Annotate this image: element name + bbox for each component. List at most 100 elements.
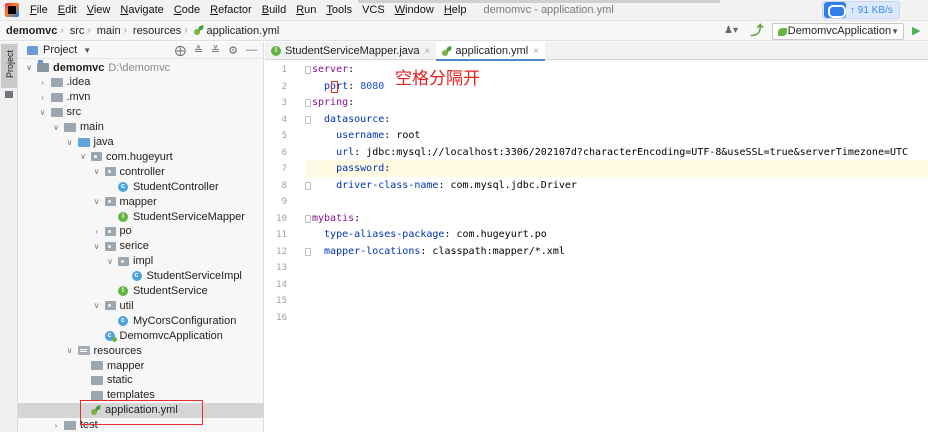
tree-item-java[interactable]: ∨ java [18, 135, 264, 150]
tree-item-studentcontroller[interactable]: c StudentController [18, 179, 264, 194]
menu-item-code[interactable]: Code [169, 4, 205, 16]
fold-marker-icon[interactable] [305, 66, 311, 74]
chevron-down-icon[interactable]: ∨ [51, 123, 61, 132]
fold-marker-icon[interactable] [305, 115, 311, 124]
fold-marker-icon[interactable] [305, 247, 311, 256]
menu-item-vcs[interactable]: VCS [357, 4, 390, 16]
menu-label-rest: dit [65, 4, 77, 16]
tree-item--mvn[interactable]: › .mvn [18, 90, 264, 105]
tree-item-controller[interactable]: ∨ controller [18, 164, 264, 179]
chevron-down-icon[interactable]: ∨ [65, 138, 75, 147]
editor-tab-studentservicemapper-java[interactable]: I StudentServiceMapper.java × [265, 42, 436, 60]
run-configuration-select[interactable]: DemomvcApplication ▼ [772, 22, 904, 40]
tree-item-application-yml[interactable]: application.yml [18, 402, 264, 418]
menu-item-help[interactable]: Help [439, 4, 472, 16]
menu-item-view[interactable]: View [82, 4, 116, 16]
structure-icon[interactable] [5, 91, 13, 98]
breadcrumb-item[interactable]: src [64, 25, 88, 37]
editor-tab-application-yml[interactable]: application.yml × [436, 42, 545, 61]
run-play-icon[interactable]: ▶ [912, 25, 924, 37]
navigation-bar: demomvc › src › main › resources › application.y… [0, 21, 928, 41]
java-interface-icon: I [118, 211, 128, 222]
tree-item-demomvcapplication[interactable]: c DemomvcApplication [18, 328, 264, 343]
user-icon[interactable]: ♟▾ [724, 25, 742, 37]
chevron-right-icon[interactable]: › [51, 421, 61, 430]
project-view-icon [27, 45, 38, 55]
chevron-right-icon[interactable]: › [38, 93, 48, 102]
tree-item-mapper[interactable]: ∨ mapper [18, 194, 264, 209]
expand-all-icon[interactable]: ≙ [194, 44, 203, 57]
chevron-down-icon[interactable]: ∨ [65, 346, 75, 355]
tree-item-studentservicemapper[interactable]: I StudentServiceMapper [18, 209, 264, 224]
tree-item-templates[interactable]: templates [18, 388, 264, 403]
hide-panel-icon[interactable]: — [246, 44, 257, 57]
tree-item-src[interactable]: ∨ src [18, 105, 264, 120]
menu-item-window[interactable]: Window [390, 4, 439, 16]
fold-marker-icon[interactable] [305, 181, 311, 190]
menu-item-tools[interactable]: Tools [321, 4, 357, 16]
chevron-down-icon[interactable]: ∨ [24, 63, 34, 72]
tree-item-serice[interactable]: ∨ serice [18, 239, 264, 254]
build-hammer-icon[interactable]: ⤴ [750, 24, 764, 38]
tree-item-studentservice[interactable]: I StudentService [18, 284, 264, 299]
menu-label-rest: ode [181, 4, 201, 16]
tree-item-util[interactable]: ∨ util [18, 298, 264, 313]
line-number: 4 [281, 114, 287, 125]
menu-item-refactor[interactable]: Refactor [205, 4, 257, 16]
line-number: 2 [281, 81, 287, 92]
tree-item--idea[interactable]: › .idea [18, 75, 264, 90]
breadcrumb-item[interactable]: main [91, 25, 124, 37]
menu-item-edit[interactable]: Edit [53, 4, 82, 16]
breadcrumb-item[interactable]: demomvc [0, 25, 60, 37]
chevron-right-icon[interactable]: › [38, 78, 48, 87]
package-icon [104, 241, 116, 251]
breadcrumb-item[interactable]: resources [127, 25, 184, 37]
folder-icon [50, 107, 63, 117]
menu-item-file[interactable]: File [25, 4, 53, 16]
yaml-value: com.hugeyurt.po [456, 229, 547, 240]
collapse-all-icon[interactable]: ≚ [211, 44, 220, 57]
tree-item-resources[interactable]: ∨ resources [18, 343, 264, 358]
tree-item-studentserviceimpl[interactable]: c StudentServiceImpl [18, 269, 264, 284]
close-icon[interactable]: × [533, 46, 539, 57]
project-tool-window-button[interactable]: Project [1, 44, 17, 88]
yaml-key: spring [312, 97, 349, 108]
fold-marker-icon[interactable] [305, 99, 311, 107]
fold-marker-icon[interactable] [305, 214, 311, 223]
chevron-down-icon[interactable]: ▼ [83, 46, 91, 55]
locate-target-icon[interactable]: ⨁ [175, 44, 186, 57]
chevron-down-icon[interactable]: ∨ [92, 167, 102, 176]
tree-item-label: impl [133, 255, 154, 268]
tree-item-label: src [66, 106, 82, 119]
menu-item-build[interactable]: Build [257, 4, 291, 16]
network-speed-widget[interactable]: ↑ 91 KB/s [822, 1, 900, 19]
breadcrumb-label: demomvc [6, 24, 58, 37]
tree-item-mapper[interactable]: mapper [18, 358, 264, 373]
menu-item-run[interactable]: Run [291, 4, 321, 16]
chevron-right-icon[interactable]: › [92, 227, 102, 236]
source-folder-icon [77, 137, 90, 147]
chevron-down-icon[interactable]: ∨ [78, 152, 88, 161]
tree-item-test[interactable]: › test [18, 418, 264, 433]
chevron-down-icon[interactable]: ∨ [38, 108, 48, 117]
window-title: demomvc - application.yml [483, 4, 614, 16]
project-panel-title[interactable]: Project [43, 44, 77, 56]
chevron-down-icon[interactable]: ∨ [92, 197, 102, 206]
chevron-down-icon[interactable]: ∨ [92, 301, 102, 310]
menu-label-rest: iew [93, 4, 111, 16]
tree-item-demomvc[interactable]: ∨ demomvc D:\demomvc [18, 60, 264, 75]
tree-item-impl[interactable]: ∨ impl [18, 254, 264, 269]
tree-item-static[interactable]: static [18, 373, 264, 388]
close-icon[interactable]: × [425, 46, 431, 57]
chevron-down-icon[interactable]: ∨ [92, 242, 102, 251]
gear-icon[interactable]: ⚙ [228, 44, 238, 57]
chevron-down-icon[interactable]: ∨ [105, 257, 115, 266]
tree-item-po[interactable]: › po [18, 224, 264, 239]
tree-item-main[interactable]: ∨ main [18, 120, 264, 135]
tree-item-mycorsconfiguration[interactable]: c MyCorsConfiguration [18, 313, 264, 328]
breadcrumb-item[interactable]: application.yml [188, 25, 283, 37]
code-editor[interactable]: 1 2 3 4 5 6 7 8 9 10 11 12 13 14 15 16 server: port: 808… [265, 61, 928, 432]
menu-item-navigate[interactable]: Navigate [115, 4, 168, 16]
tree-item-com-hugeyurt[interactable]: ∨ com.hugeyurt [18, 149, 264, 164]
yaml-space [390, 163, 396, 174]
